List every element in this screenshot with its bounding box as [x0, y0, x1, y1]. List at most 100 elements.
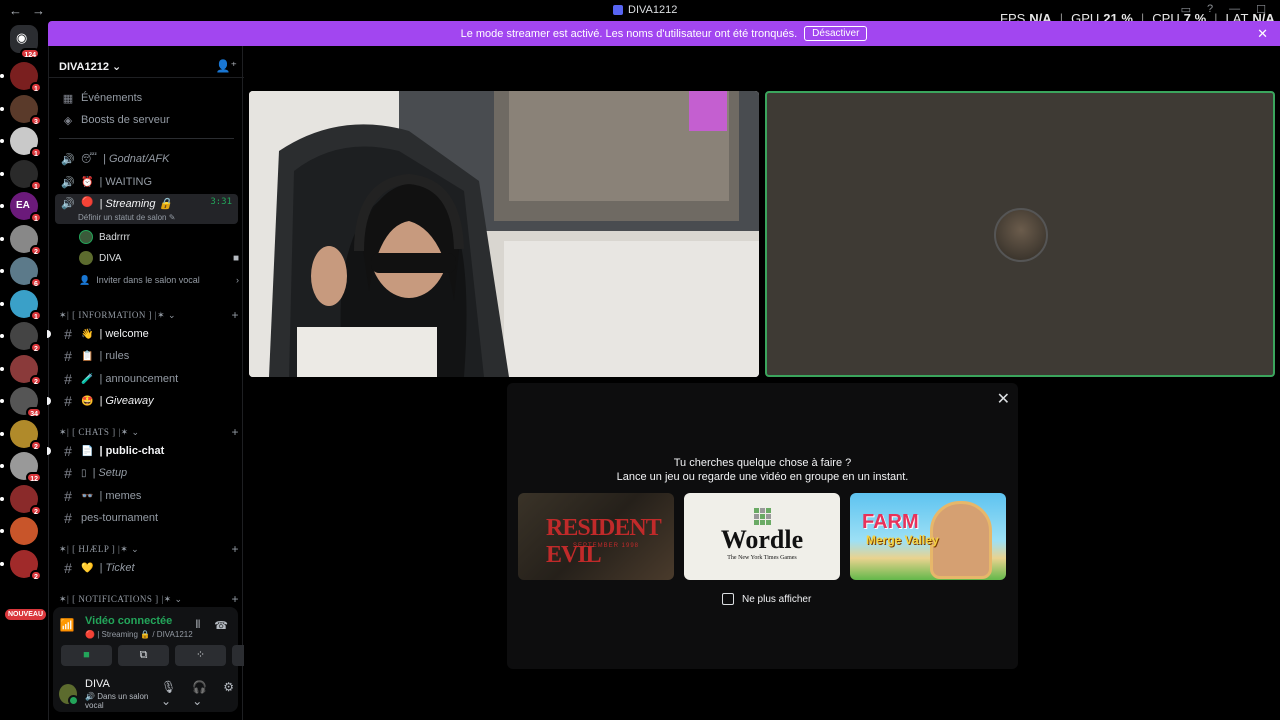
server-icon[interactable]: 3 — [0, 94, 42, 126]
unread-indicator — [0, 561, 4, 566]
back-arrow-icon[interactable]: ← — [9, 3, 22, 18]
server-icon[interactable]: 1 — [0, 62, 42, 93]
server-icon[interactable]: 2 — [0, 549, 42, 581]
server-icon[interactable]: 2 — [0, 419, 42, 451]
video-feed-image — [249, 91, 759, 377]
events-item[interactable]: ▦ Événements — [55, 88, 238, 108]
invite-voice-item[interactable]: 👤 Inviter dans le salon vocal › — [79, 270, 239, 290]
title-bar: ← → DIVA1212 ▭ ? — ☐ FPS N/A | GPU 21 % … — [0, 0, 1280, 26]
camera-icon: ■ — [232, 252, 239, 264]
voice-channel-path[interactable]: 🔴 | Streaming 🔒 / DIVA1212 — [85, 630, 193, 639]
boosts-item[interactable]: ◈ Boosts de serveur — [55, 110, 238, 130]
channel-emoji: ▯ — [81, 467, 87, 479]
microphone-icon[interactable]: 🎙⌄ — [161, 680, 182, 708]
channel-memes[interactable]: # 👓 | memes — [55, 486, 238, 506]
disable-streamer-button[interactable]: Désactiver — [804, 26, 868, 41]
category-chats[interactable]: ✶| [ CHATS ] |✶ ⌄ + — [59, 425, 239, 439]
boost-icon: ◈ — [63, 114, 73, 127]
card-title: Wordle — [720, 525, 804, 554]
user-info[interactable]: DIVA 🔊 Dans un salon vocal — [85, 678, 161, 710]
close-icon[interactable]: ✕ — [1257, 26, 1268, 42]
window-title: DIVA1212 — [613, 4, 677, 16]
server-icon[interactable]: 1 — [0, 127, 42, 158]
activity-card-farm-merge-valley[interactable]: FARM Merge Valley — [850, 493, 1006, 580]
server-icon[interactable]: 2 — [0, 484, 42, 516]
channel-ticket[interactable]: # 💛 | Ticket — [55, 558, 238, 578]
popup-line-1: Tu cherches quelque chose à faire ? — [673, 457, 852, 469]
category-help[interactable]: ✶| [ HJÆLP ] |✶ ⌄ + — [59, 542, 239, 556]
voice-user[interactable]: Badrrrr — [79, 227, 130, 247]
add-channel-icon[interactable]: + — [231, 308, 239, 322]
user-name: DIVA — [85, 678, 110, 690]
mention-badge: 3 — [30, 114, 42, 126]
gear-icon[interactable]: ⚙ — [223, 680, 234, 708]
mention-badge: 1 — [30, 147, 42, 158]
checkbox[interactable] — [722, 593, 734, 605]
channel-public-chat[interactable]: # 📄 | public-chat — [55, 441, 238, 461]
avatar[interactable] — [59, 684, 80, 706]
add-member-icon[interactable]: 👤⁺ — [216, 59, 237, 73]
video-tile[interactable] — [249, 91, 759, 377]
voice-status-title[interactable]: Vidéo connectée — [85, 615, 193, 627]
mention-badge: 2 — [30, 439, 42, 451]
add-channel-icon[interactable]: + — [231, 425, 239, 439]
close-icon[interactable]: ✕ — [997, 389, 1010, 409]
category-notifications[interactable]: ✶| [ NOTIFICATIONS ] |✶ ⌄ + — [59, 592, 239, 606]
channel-rules[interactable]: # 📋 | rules — [55, 346, 238, 366]
hash-icon: # — [64, 560, 72, 576]
mention-badge: 2 — [30, 244, 42, 256]
hash-icon: # — [64, 371, 72, 387]
headphones-icon[interactable]: 🎧⌄ — [192, 680, 213, 708]
camera-button[interactable]: ■ — [61, 645, 112, 666]
channel-announcement[interactable]: # 🧪 | announcement — [55, 369, 238, 389]
mention-badge: 2 — [30, 342, 42, 353]
add-channel-icon[interactable]: + — [231, 592, 239, 606]
server-icon — [613, 5, 623, 15]
server-rail: ◉ 124 NOUVEAU 1 3 1 1 EA 1 2 6 1 2 2 34 2 12 2 2 — [0, 21, 48, 720]
server-icon[interactable]: 12 — [0, 452, 42, 483]
forward-arrow-icon[interactable]: → — [32, 3, 45, 18]
home-button[interactable]: ◉ 124 — [10, 25, 40, 59]
activity-card-resident-evil[interactable]: RESIDENT EVIL SEPTEMBER 1998 — [518, 493, 674, 580]
channel-name: pes-tournament — [81, 512, 159, 524]
server-icon[interactable]: 6 — [0, 257, 42, 288]
server-icon[interactable]: 1 — [0, 289, 42, 321]
channel-pes-tournament[interactable]: # pes-tournament — [55, 508, 238, 528]
voice-channel-waiting[interactable]: 🔊 ⏰ | WAITING — [55, 172, 238, 192]
category-information[interactable]: ✶| [ INFORMATION ] |✶ ⌄ + — [59, 308, 239, 322]
server-icon[interactable] — [0, 517, 38, 545]
server-icon[interactable]: 34 — [0, 387, 42, 418]
screen-share-button[interactable]: ⧉ — [118, 645, 169, 666]
set-status-link[interactable]: Définir un statut de salon ✎ — [78, 213, 175, 222]
video-tile-speaking[interactable] — [765, 91, 1275, 377]
server-icon[interactable]: 2 — [0, 322, 42, 353]
invite-label: Inviter dans le salon vocal — [96, 275, 200, 285]
channel-giveaway[interactable]: # 🤩 | Giveaway — [55, 391, 238, 411]
discord-logo-icon: ◉ — [16, 30, 28, 45]
activity-card-wordle[interactable]: Wordle The New York Times Games — [684, 493, 840, 580]
channel-name: | public-chat — [99, 445, 165, 457]
signal-icon[interactable]: 📶 — [57, 615, 77, 635]
channel-setup[interactable]: # ▯ | Setup — [55, 463, 238, 483]
server-header[interactable]: DIVA1212 ⌄ 👤⁺ — [59, 56, 237, 76]
voice-channel-afk[interactable]: 🔊 😴 | Godnat/AFK — [55, 149, 238, 169]
mention-badge: 2 — [30, 504, 42, 516]
noise-suppression-icon[interactable]: ⦀ — [195, 619, 200, 632]
server-icon[interactable]: 1 — [0, 159, 42, 191]
channel-name: | Godnat/AFK — [103, 153, 170, 165]
add-channel-icon[interactable]: + — [231, 542, 239, 556]
server-icon[interactable]: EA 1 — [0, 192, 42, 223]
dont-show-again-checkbox[interactable]: Ne plus afficher — [722, 593, 811, 605]
channel-name: | welcome — [99, 328, 149, 340]
activities-button[interactable]: ⁘ — [175, 645, 226, 666]
channel-name: | memes — [99, 490, 142, 502]
disconnect-icon[interactable]: ☎ — [214, 619, 228, 632]
channel-welcome[interactable]: # 👋 | welcome — [55, 324, 238, 344]
mention-badge: 1 — [30, 179, 42, 191]
voice-user[interactable]: DIVA ■ — [79, 248, 239, 268]
popup-message: Tu cherches quelque chose à faire ? Lanc… — [507, 456, 1018, 484]
server-icon[interactable]: 2 — [0, 354, 42, 386]
server-icon[interactable]: 2 — [0, 224, 42, 256]
unread-indicator — [0, 106, 4, 111]
channel-emoji: ⏰ — [81, 176, 94, 188]
